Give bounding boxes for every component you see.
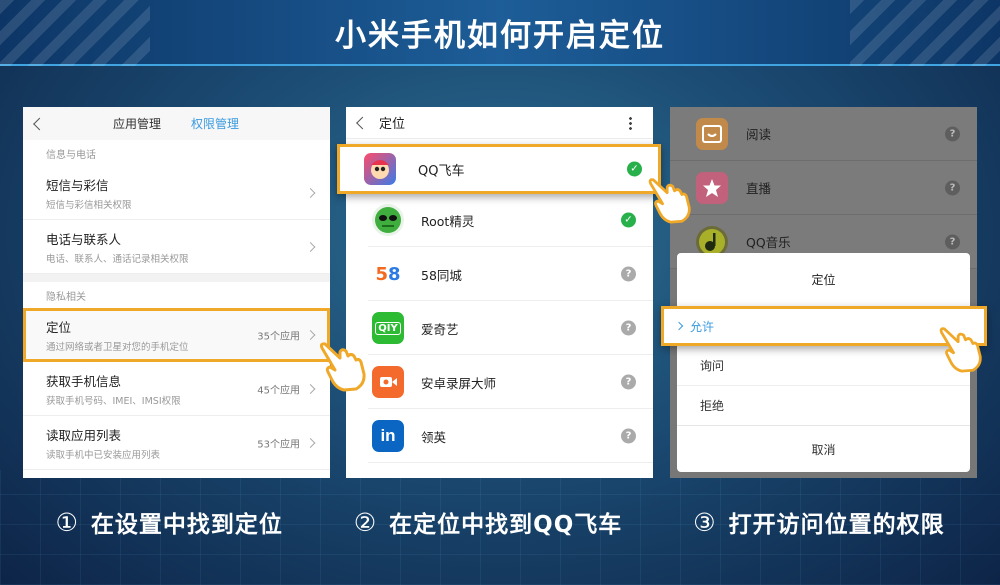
banner-decoration-right	[850, 0, 1000, 66]
iqiyi-app-icon: QIY	[372, 312, 404, 344]
tab-permission-management[interactable]: 权限管理	[191, 115, 239, 132]
step-text: 打开访问位置的权限	[728, 512, 945, 538]
settings-panel: 应用管理 权限管理 信息与电话 短信与彩信 短信与彩信相关权限 电话与联系人 电…	[23, 107, 330, 478]
option-ask[interactable]: 询问	[677, 345, 970, 385]
app-count: 35个应用	[257, 331, 300, 342]
live-app-icon	[696, 171, 728, 204]
panel2-title: 定位	[379, 117, 406, 132]
permission-row-app-list[interactable]: 读取应用列表 读取手机中已安装应用列表 53个应用	[23, 416, 330, 470]
panel2-topbar: 定位	[346, 107, 653, 139]
question-icon[interactable]: ?	[945, 180, 960, 195]
linkedin-app-icon: in	[372, 420, 404, 452]
app-row-recorder[interactable]: 安卓录屏大师 ?	[346, 355, 653, 409]
58-app-icon: 58	[372, 258, 404, 290]
back-arrow-icon[interactable]	[33, 117, 46, 130]
question-icon[interactable]: ?	[945, 126, 960, 141]
app-count: 45个应用	[257, 385, 300, 396]
app-row-58[interactable]: 58 58同城 ?	[346, 247, 653, 301]
permission-row-location[interactable]: 定位 通过网络或者卫星对您的手机定位 35个应用	[23, 308, 330, 362]
permission-row-sms[interactable]: 短信与彩信 短信与彩信相关权限	[23, 166, 330, 220]
permission-row-contacts[interactable]: 电话与联系人 电话、联系人、通话记录相关权限	[23, 220, 330, 274]
title-banner: 小米手机如何开启定位	[0, 0, 1000, 66]
app-name: 领英	[421, 429, 447, 445]
pointing-hand-icon	[648, 178, 691, 224]
question-icon[interactable]: ?	[621, 374, 636, 390]
step-text: 在设置中找到定位	[90, 512, 283, 538]
row-subtitle: 电话、联系人、通话记录相关权限	[46, 253, 189, 265]
back-arrow-icon[interactable]	[356, 116, 369, 129]
page-title: 小米手机如何开启定位	[335, 17, 665, 54]
pointing-hand-icon	[319, 342, 366, 392]
app-name: QQ音乐	[746, 235, 791, 250]
section-divider	[23, 274, 330, 282]
recorder-app-icon	[372, 366, 404, 398]
panel1-topbar: 应用管理 权限管理	[23, 107, 330, 140]
question-icon[interactable]: ?	[621, 428, 636, 444]
app-row-qq-speed-highlighted[interactable]: QQ飞车 ✓	[337, 144, 661, 194]
cancel-button[interactable]: 取消	[677, 425, 970, 473]
step-3: ③ 打开访问位置的权限	[693, 505, 944, 539]
step-number: ②	[353, 507, 378, 537]
app-name: QQ飞车	[418, 163, 465, 179]
checkmark-icon[interactable]: ✓	[627, 161, 642, 177]
row-title: 电话与联系人	[46, 231, 122, 247]
option-deny[interactable]: 拒绝	[677, 385, 970, 425]
option-label: 允许	[690, 319, 715, 334]
pointing-hand-icon	[939, 327, 982, 373]
app-row-iqiyi[interactable]: QIY 爱奇艺 ?	[346, 301, 653, 355]
section-header-phone: 信息与电话	[23, 140, 330, 166]
question-icon[interactable]: ?	[945, 234, 960, 249]
app-name: 58同城	[421, 267, 462, 283]
step-text: 在定位中找到QQ飞车	[389, 512, 623, 538]
reading-app-icon	[696, 117, 728, 150]
steps-caption: ① 在设置中找到定位 ② 在定位中找到QQ飞车 ③ 打开访问位置的权限	[0, 505, 1000, 539]
root-app-icon	[372, 204, 404, 236]
app-row-root[interactable]: Root精灵 ✓	[346, 193, 653, 247]
app-name: Root精灵	[421, 213, 475, 229]
app-name: 安卓录屏大师	[421, 375, 497, 391]
question-icon[interactable]: ?	[621, 266, 636, 282]
dialog-title: 定位	[811, 272, 836, 287]
step-2: ② 在定位中找到QQ飞车	[354, 505, 623, 539]
step-number: ①	[55, 507, 79, 537]
app-row-linkedin[interactable]: in 领英 ?	[346, 409, 653, 463]
location-permission-dialog: 定位 询问 拒绝 取消	[677, 253, 970, 472]
question-icon[interactable]: ?	[621, 320, 636, 336]
app-name: 爱奇艺	[421, 321, 459, 337]
row-subtitle: 短信与彩信相关权限	[46, 199, 132, 211]
step-1: ① 在设置中找到定位	[55, 505, 282, 539]
tab-app-management[interactable]: 应用管理	[113, 115, 161, 132]
checkmark-icon[interactable]: ✓	[621, 212, 636, 228]
selected-chevron-icon	[674, 321, 684, 331]
more-menu-icon[interactable]	[629, 116, 632, 130]
qq-speed-app-icon	[364, 153, 396, 185]
row-title: 短信与彩信	[46, 177, 109, 193]
app-name: 直播	[746, 181, 772, 196]
permission-row-phone-info[interactable]: 获取手机信息 获取手机号码、IMEI、IMSI权限 45个应用	[23, 362, 330, 416]
step-number: ③	[693, 507, 717, 537]
app-name: 阅读	[746, 127, 772, 142]
section-header-privacy: 隐私相关	[23, 282, 330, 308]
app-row-live[interactable]: 直播 ?	[670, 161, 977, 215]
app-count: 53个应用	[257, 439, 300, 450]
banner-decoration-left	[0, 0, 150, 66]
app-row-reading[interactable]: 阅读 ?	[670, 107, 977, 161]
